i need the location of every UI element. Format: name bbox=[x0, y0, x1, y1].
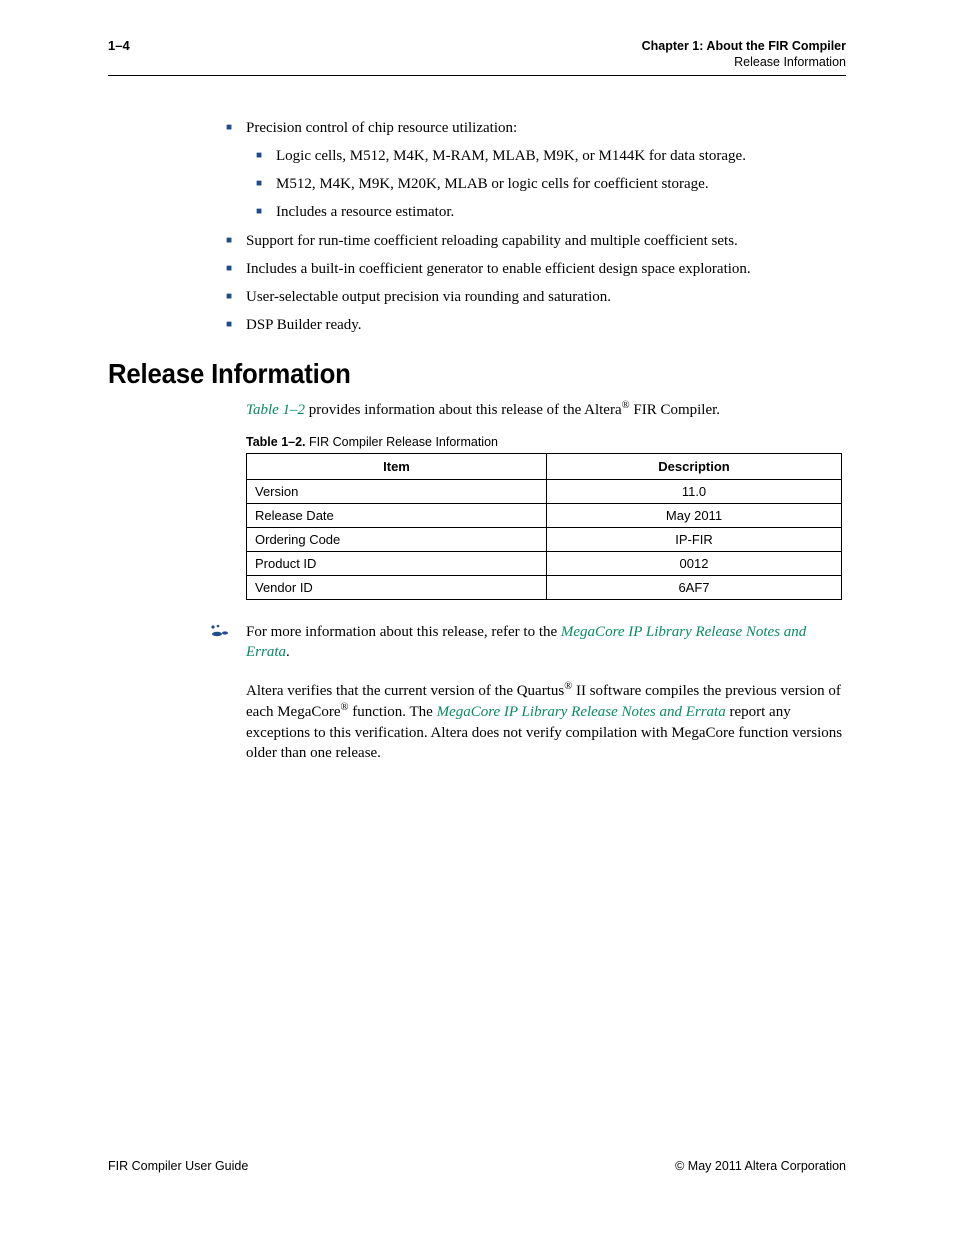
note-post: . bbox=[286, 644, 290, 660]
list-text: DSP Builder ready. bbox=[246, 317, 362, 333]
intro-paragraph: Table 1–2 provides information about thi… bbox=[246, 400, 846, 419]
bullet-list-block: Precision control of chip resource utili… bbox=[246, 118, 846, 336]
note-text: For more information about this release,… bbox=[246, 622, 846, 663]
table-row: Version 11.0 bbox=[247, 479, 842, 503]
cell-item: Vendor ID bbox=[247, 575, 547, 599]
para-text: function. The bbox=[349, 704, 437, 720]
list-text: Includes a built-in coefficient generato… bbox=[246, 261, 751, 277]
header-right: Chapter 1: About the FIR Compiler Releas… bbox=[642, 38, 846, 71]
list-item: User-selectable output precision via rou… bbox=[246, 287, 846, 307]
table-reference-link[interactable]: Table 1–2 bbox=[246, 402, 305, 418]
table-row: Ordering Code IP-FIR bbox=[247, 527, 842, 551]
cell-item: Version bbox=[247, 479, 547, 503]
page-number: 1–4 bbox=[108, 38, 130, 53]
cell-item: Release Date bbox=[247, 503, 547, 527]
note-pre: For more information about this release,… bbox=[246, 624, 561, 640]
release-notes-link[interactable]: MegaCore IP Library Release Notes and Er… bbox=[437, 704, 726, 720]
intro-tail: FIR Compiler. bbox=[630, 402, 720, 418]
footer-left: FIR Compiler User Guide bbox=[108, 1159, 248, 1173]
section-heading: Release Information bbox=[108, 358, 787, 390]
table-caption: Table 1–2. FIR Compiler Release Informat… bbox=[246, 435, 846, 449]
col-header-description: Description bbox=[547, 453, 842, 479]
cell-desc: 0012 bbox=[547, 551, 842, 575]
table-caption-text: FIR Compiler Release Information bbox=[309, 435, 498, 449]
list-item: Precision control of chip resource utili… bbox=[246, 118, 846, 223]
list-item: DSP Builder ready. bbox=[246, 315, 846, 335]
registered-symbol: ® bbox=[622, 400, 630, 411]
cell-item: Product ID bbox=[247, 551, 547, 575]
table-row: Product ID 0012 bbox=[247, 551, 842, 575]
page-footer: FIR Compiler User Guide © May 2011 Alter… bbox=[108, 1159, 846, 1173]
cell-desc: 6AF7 bbox=[547, 575, 842, 599]
info-icon bbox=[108, 622, 246, 643]
list-item: M512, M4K, M9K, M20K, MLAB or logic cell… bbox=[276, 174, 846, 194]
list-item: Includes a built-in coefficient generato… bbox=[246, 259, 846, 279]
list-text: Includes a resource estimator. bbox=[276, 204, 454, 220]
col-header-item: Item bbox=[247, 453, 547, 479]
table-row: Release Date May 2011 bbox=[247, 503, 842, 527]
info-note: For more information about this release,… bbox=[108, 622, 846, 663]
para-text: Altera verifies that the current version… bbox=[246, 683, 564, 699]
table-row: Vendor ID 6AF7 bbox=[247, 575, 842, 599]
cell-desc: May 2011 bbox=[547, 503, 842, 527]
registered-symbol: ® bbox=[341, 702, 349, 713]
chapter-title: Chapter 1: About the FIR Compiler bbox=[642, 38, 846, 54]
list-text: Support for run-time coefficient reloadi… bbox=[246, 233, 738, 249]
cell-desc: IP-FIR bbox=[547, 527, 842, 551]
list-text: User-selectable output precision via rou… bbox=[246, 289, 611, 305]
page-header: 1–4 Chapter 1: About the FIR Compiler Re… bbox=[108, 38, 846, 76]
header-section: Release Information bbox=[642, 54, 846, 70]
table-header-row: Item Description bbox=[247, 453, 842, 479]
release-info-table: Item Description Version 11.0 Release Da… bbox=[246, 453, 842, 600]
footer-right: © May 2011 Altera Corporation bbox=[675, 1159, 846, 1173]
list-item: Logic cells, M512, M4K, M-RAM, MLAB, M9K… bbox=[276, 146, 846, 166]
list-text: M512, M4K, M9K, M20K, MLAB or logic cell… bbox=[276, 176, 709, 192]
list-text: Logic cells, M512, M4K, M-RAM, MLAB, M9K… bbox=[276, 148, 746, 164]
list-item: Includes a resource estimator. bbox=[276, 202, 846, 222]
list-item: Support for run-time coefficient reloadi… bbox=[246, 231, 846, 251]
intro-text: provides information about this release … bbox=[305, 402, 622, 418]
cell-item: Ordering Code bbox=[247, 527, 547, 551]
table-number: Table 1–2. bbox=[246, 435, 306, 449]
body-paragraph: Altera verifies that the current version… bbox=[246, 680, 846, 763]
cell-desc: 11.0 bbox=[547, 479, 842, 503]
registered-symbol: ® bbox=[564, 681, 572, 692]
list-text: Precision control of chip resource utili… bbox=[246, 120, 517, 136]
